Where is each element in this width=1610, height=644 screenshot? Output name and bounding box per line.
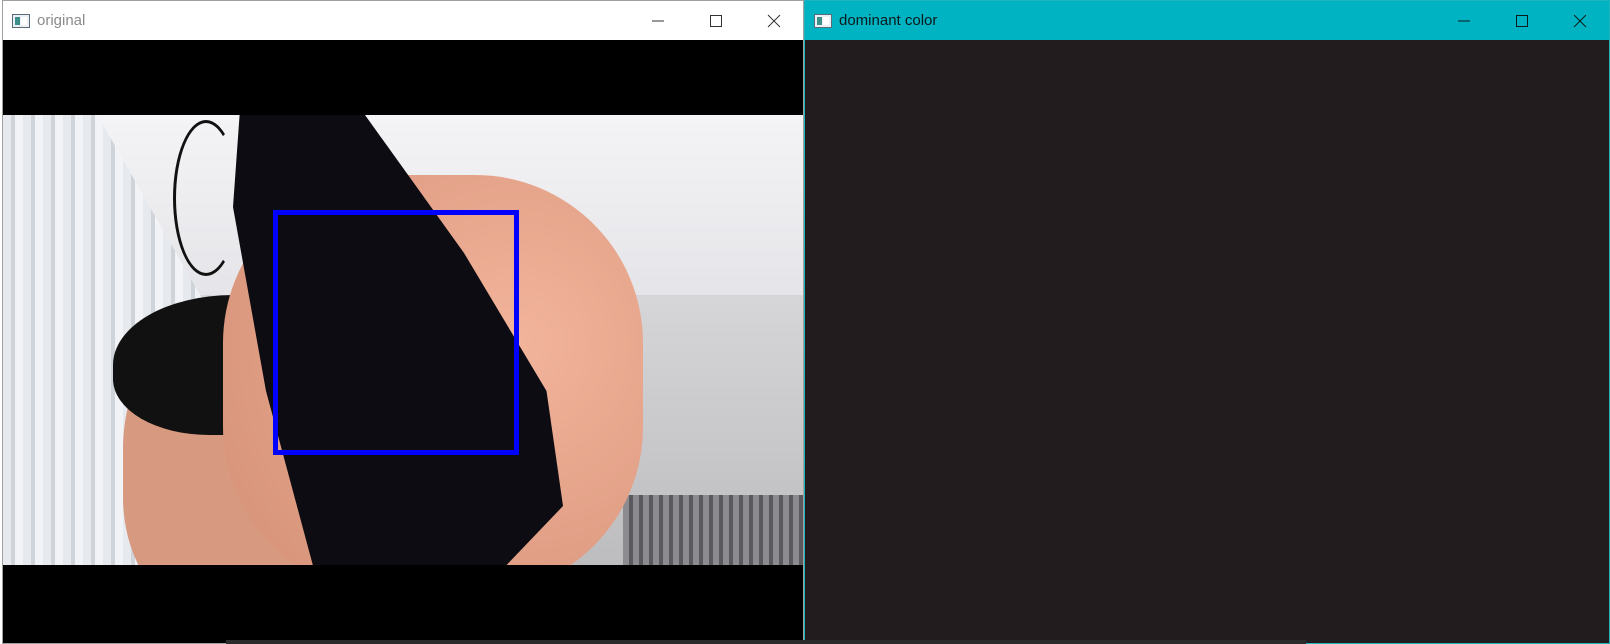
window-title: dominant color	[839, 12, 938, 29]
minimize-icon	[652, 20, 664, 22]
close-icon	[767, 14, 781, 28]
maximize-icon	[1516, 15, 1528, 27]
camera-frame	[3, 115, 803, 565]
close-button[interactable]	[1551, 1, 1609, 40]
app-icon[interactable]	[814, 13, 832, 28]
maximize-button[interactable]	[1493, 1, 1551, 40]
dominant-color-area	[805, 40, 1609, 643]
original-titlebar[interactable]: original	[3, 1, 803, 40]
video-area	[3, 40, 803, 643]
minimize-button[interactable]	[629, 1, 687, 40]
dominant-color-window: dominant color	[804, 0, 1610, 644]
maximize-icon	[710, 15, 722, 27]
minimize-icon	[1458, 20, 1470, 22]
cable	[173, 120, 239, 276]
dominant-titlebar[interactable]: dominant color	[805, 1, 1609, 40]
background-sliver	[226, 640, 1306, 644]
app-icon[interactable]	[12, 13, 30, 28]
maximize-button[interactable]	[687, 1, 745, 40]
minimize-button[interactable]	[1435, 1, 1493, 40]
close-button[interactable]	[745, 1, 803, 40]
roi-rectangle	[273, 210, 519, 455]
original-window: original	[2, 0, 804, 644]
close-icon	[1573, 14, 1587, 28]
window-title: original	[37, 12, 86, 29]
dominant-color-swatch	[805, 40, 1609, 643]
background-rack	[623, 495, 803, 565]
